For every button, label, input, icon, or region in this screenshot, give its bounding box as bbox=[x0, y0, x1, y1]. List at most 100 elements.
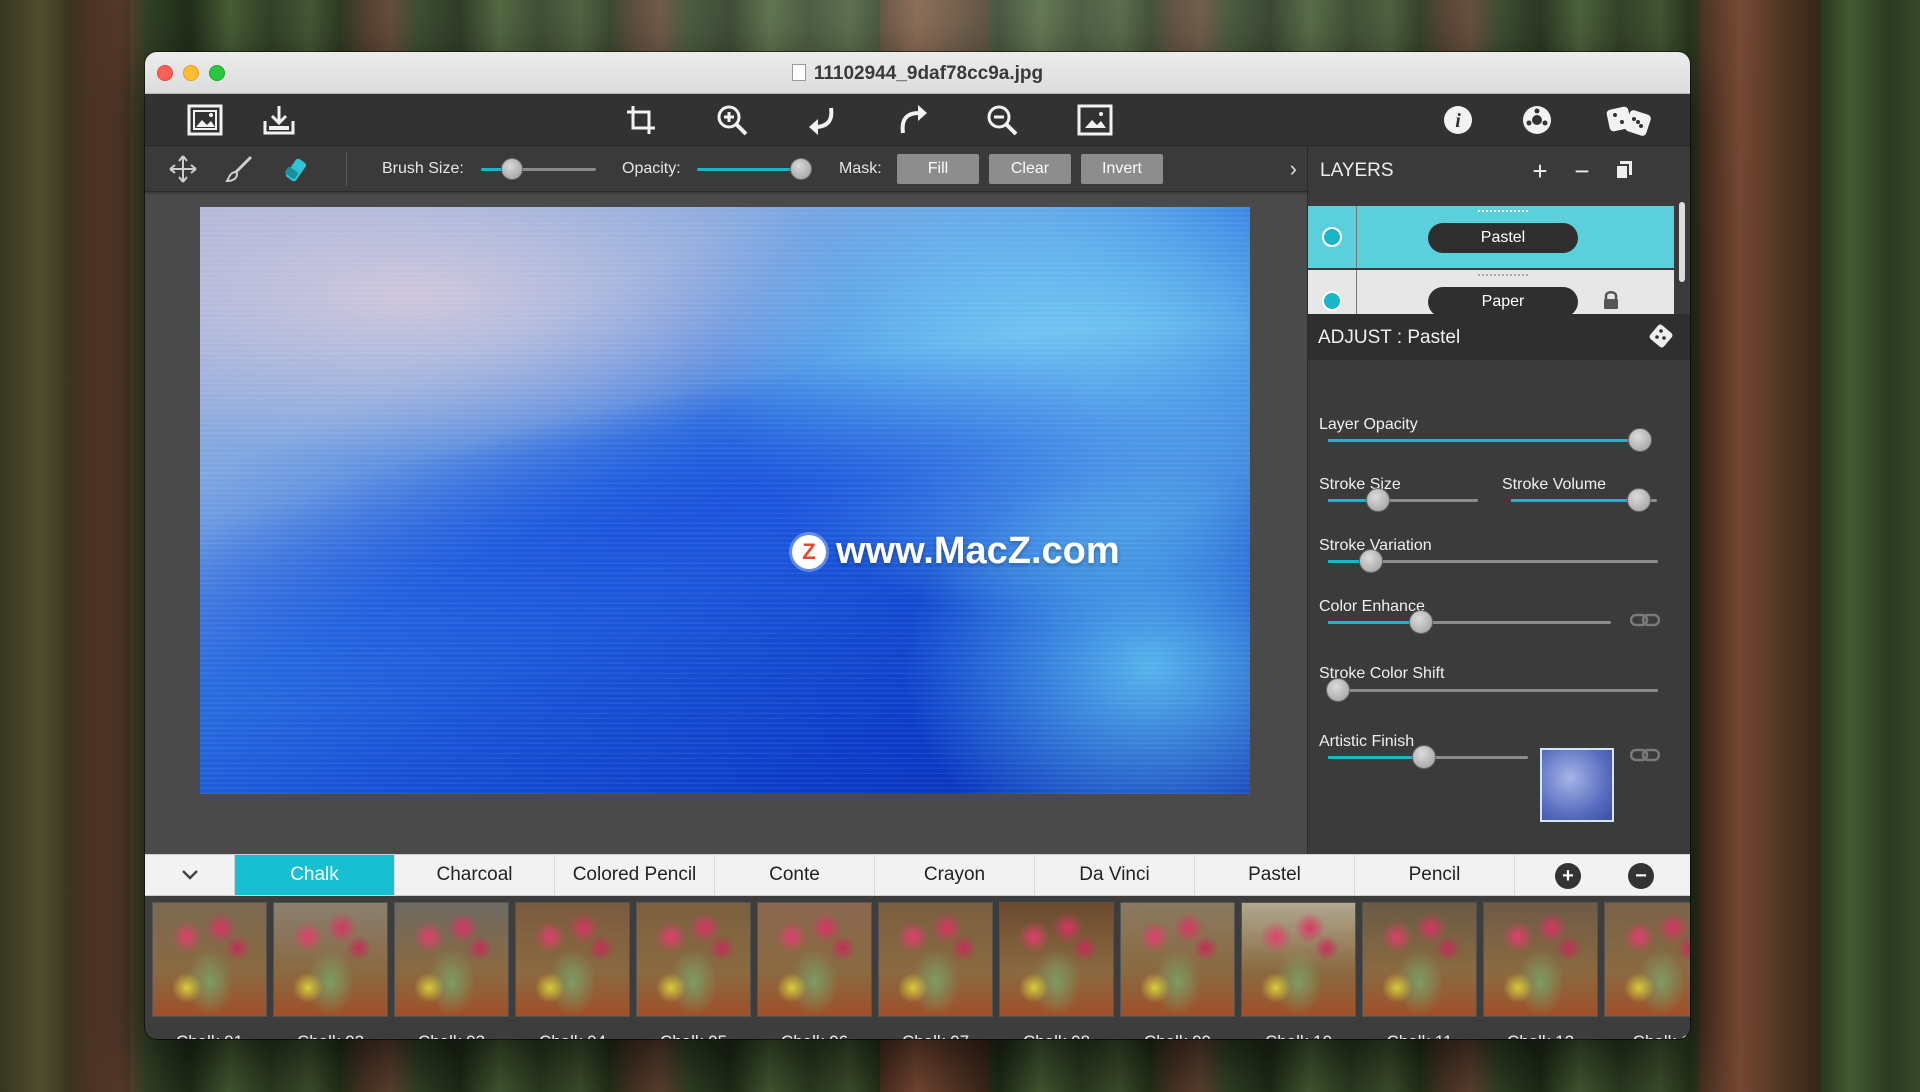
document-icon bbox=[791, 64, 806, 81]
toolbar-divider bbox=[346, 152, 347, 186]
link-icon[interactable] bbox=[1629, 747, 1661, 768]
info-icon[interactable]: i bbox=[1438, 102, 1478, 138]
layer-visibility-toggle[interactable] bbox=[1322, 227, 1342, 247]
stroke-volume-label: Stroke Volume bbox=[1502, 476, 1607, 493]
layer-row-pastel[interactable]: Pastel bbox=[1308, 206, 1674, 268]
slider-knob[interactable] bbox=[1409, 610, 1434, 634]
preset-item[interactable]: Chalk 08 bbox=[999, 902, 1114, 1039]
preset-thumbnail[interactable] bbox=[273, 902, 388, 1017]
chevron-right-icon[interactable]: › bbox=[1290, 156, 1297, 182]
slider-knob[interactable] bbox=[1628, 428, 1652, 452]
preset-item[interactable]: Chalk 11 bbox=[1362, 902, 1477, 1039]
preset-thumbnail[interactable] bbox=[394, 902, 509, 1017]
artwork-canvas[interactable]: Z www.MacZ.com bbox=[200, 207, 1250, 794]
artistic-finish-label: Artistic Finish bbox=[1319, 733, 1415, 750]
randomize-dice-icon[interactable] bbox=[1649, 324, 1673, 353]
crop-icon[interactable] bbox=[622, 102, 662, 138]
opacity-slider[interactable] bbox=[697, 158, 812, 180]
tab-chalk[interactable]: Chalk bbox=[235, 855, 395, 895]
tab-crayon[interactable]: Crayon bbox=[875, 855, 1035, 895]
preset-item[interactable]: Chalk 1 bbox=[1604, 902, 1690, 1039]
fit-image-icon[interactable] bbox=[1075, 102, 1115, 138]
tab-pastel[interactable]: Pastel bbox=[1195, 855, 1355, 895]
image-icon[interactable] bbox=[185, 102, 225, 138]
zoom-in-icon[interactable] bbox=[713, 102, 753, 138]
layers-scrollbar[interactable] bbox=[1679, 202, 1685, 282]
preset-thumbnail[interactable] bbox=[515, 902, 630, 1017]
preset-item[interactable]: Chalk 07 bbox=[878, 902, 993, 1039]
stroke-volume-slider[interactable] bbox=[1511, 488, 1657, 512]
preset-thumbnail[interactable] bbox=[152, 902, 267, 1017]
artistic-finish-slider[interactable] bbox=[1328, 745, 1528, 769]
slider-knob[interactable] bbox=[1412, 745, 1436, 769]
preset-item[interactable]: Chalk 02 bbox=[273, 902, 388, 1039]
slider-knob[interactable] bbox=[1358, 549, 1383, 573]
drag-handle[interactable] bbox=[1478, 274, 1528, 276]
link-icon[interactable] bbox=[1629, 612, 1661, 633]
mask-fill-button[interactable]: Fill bbox=[897, 154, 979, 184]
drag-handle[interactable] bbox=[1478, 210, 1528, 212]
tab-pencil[interactable]: Pencil bbox=[1355, 855, 1515, 895]
layer-opacity-slider[interactable] bbox=[1328, 428, 1652, 452]
preset-label: Chalk 03 bbox=[391, 1032, 512, 1039]
remove-preset-button[interactable]: − bbox=[1628, 863, 1654, 889]
slider-knob[interactable] bbox=[1326, 678, 1350, 702]
chevron-down-icon[interactable] bbox=[145, 855, 235, 895]
redo-icon[interactable] bbox=[893, 102, 933, 138]
preset-thumbnail[interactable] bbox=[1604, 902, 1690, 1017]
mask-clear-button[interactable]: Clear bbox=[989, 154, 1071, 184]
preset-thumbnail[interactable] bbox=[1362, 902, 1477, 1017]
tab-conte[interactable]: Conte bbox=[715, 855, 875, 895]
preset-item[interactable]: Chalk 01 bbox=[152, 902, 267, 1039]
eraser-tool-icon[interactable] bbox=[281, 154, 313, 184]
preset-item[interactable]: Chalk 06 bbox=[757, 902, 872, 1039]
preset-thumbnail[interactable] bbox=[1483, 902, 1598, 1017]
layer-name[interactable]: Pastel bbox=[1428, 223, 1578, 253]
remove-layer-icon[interactable]: − bbox=[1568, 156, 1596, 187]
preset-thumbnail[interactable] bbox=[999, 902, 1114, 1017]
preset-item[interactable]: Chalk 12 bbox=[1483, 902, 1598, 1039]
layer-visibility-toggle[interactable] bbox=[1322, 291, 1342, 311]
preset-thumbnail[interactable] bbox=[878, 902, 993, 1017]
settings-icon[interactable] bbox=[1517, 102, 1557, 138]
stroke-variation-slider[interactable] bbox=[1328, 549, 1658, 573]
preset-item[interactable]: Chalk 05 bbox=[636, 902, 751, 1039]
layer-name[interactable]: Paper bbox=[1428, 287, 1578, 317]
canvas-area: Z www.MacZ.com bbox=[145, 194, 1307, 854]
save-icon[interactable] bbox=[259, 102, 299, 138]
undo-icon[interactable] bbox=[803, 102, 843, 138]
preset-thumbnail[interactable] bbox=[757, 902, 872, 1017]
preset-item[interactable]: Chalk 04 bbox=[515, 902, 630, 1039]
preset-label: Chalk 09 bbox=[1117, 1032, 1238, 1039]
tab-charcoal[interactable]: Charcoal bbox=[395, 855, 555, 895]
preset-thumbnail[interactable] bbox=[1120, 902, 1235, 1017]
adjust-title: ADJUST : Pastel bbox=[1318, 327, 1461, 348]
add-layer-icon[interactable]: + bbox=[1526, 156, 1554, 187]
move-tool-icon[interactable] bbox=[167, 154, 199, 184]
brush-size-slider[interactable] bbox=[481, 158, 596, 180]
mask-invert-button[interactable]: Invert bbox=[1081, 154, 1163, 184]
tab-da-vinci[interactable]: Da Vinci bbox=[1035, 855, 1195, 895]
tab-colored-pencil[interactable]: Colored Pencil bbox=[555, 855, 715, 895]
color-enhance-slider[interactable] bbox=[1328, 610, 1611, 634]
preset-thumbnail[interactable] bbox=[636, 902, 751, 1017]
lock-icon[interactable] bbox=[1602, 290, 1620, 310]
duplicate-layer-icon[interactable] bbox=[1610, 156, 1638, 187]
slider-knob[interactable] bbox=[1627, 488, 1652, 512]
stroke-color-shift-slider[interactable] bbox=[1326, 678, 1658, 702]
slider-knob[interactable] bbox=[501, 158, 524, 180]
brush-tool-icon[interactable] bbox=[223, 154, 255, 184]
slider-knob[interactable] bbox=[1365, 488, 1390, 512]
stroke-size-slider[interactable] bbox=[1328, 488, 1478, 512]
preset-item[interactable]: Chalk 10 bbox=[1241, 902, 1356, 1039]
svg-text:i: i bbox=[1455, 110, 1461, 132]
dice-icon[interactable] bbox=[1603, 102, 1655, 138]
preset-item[interactable]: Chalk 03 bbox=[394, 902, 509, 1039]
preset-label: Chalk 07 bbox=[875, 1032, 996, 1039]
add-preset-button[interactable]: + bbox=[1555, 863, 1581, 889]
preset-thumbnail[interactable] bbox=[1241, 902, 1356, 1017]
artistic-finish-thumbnail[interactable] bbox=[1540, 748, 1614, 822]
preset-item[interactable]: Chalk 09 bbox=[1120, 902, 1235, 1039]
slider-knob[interactable] bbox=[790, 158, 812, 180]
zoom-out-icon[interactable] bbox=[983, 102, 1023, 138]
